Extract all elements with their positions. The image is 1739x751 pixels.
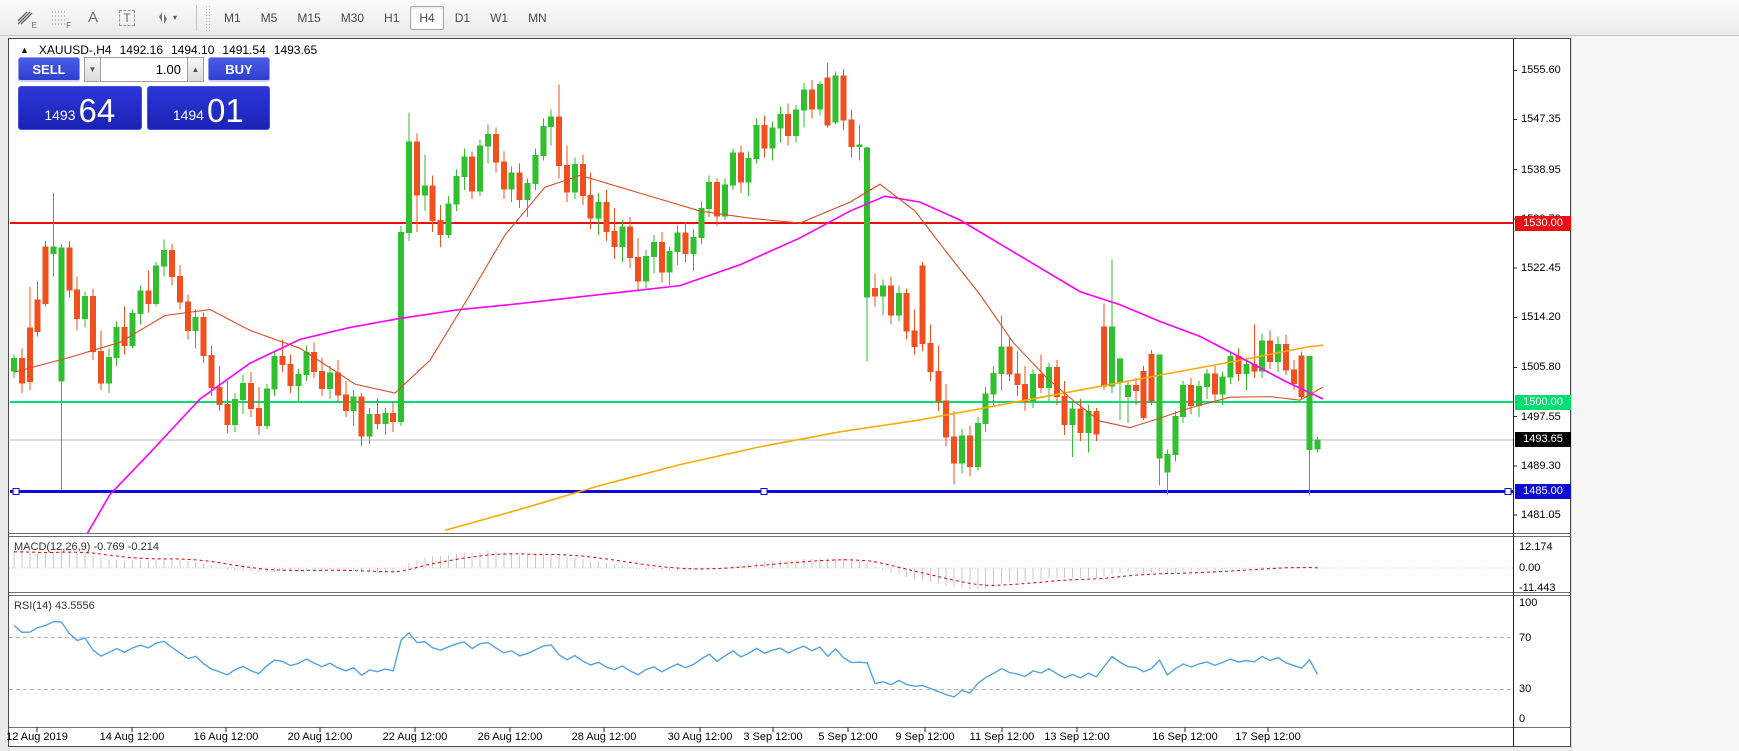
timeframe-m30[interactable]: M30	[332, 6, 373, 30]
toolbar-separator	[196, 5, 197, 31]
line-studies-button[interactable]: E	[10, 5, 40, 31]
rsi-scale-label: 30	[1519, 683, 1589, 695]
grid-button[interactable]: F	[44, 5, 74, 31]
collapse-ohlc-icon[interactable]: ▲	[20, 45, 29, 55]
text-label-icon: T	[119, 10, 134, 26]
one-click-trading-panel: SELL ▼ ▲ BUY 1493 64 1494 01	[18, 57, 270, 130]
timeframe-m1[interactable]: M1	[215, 6, 250, 30]
price-tick-label: 1555.60	[1521, 64, 1581, 76]
line-studies-sub: E	[32, 21, 37, 30]
volume-increase-button[interactable]: ▲	[187, 57, 204, 82]
rsi-scale-label: 70	[1519, 632, 1589, 644]
toolbar-drag-handle[interactable]	[205, 5, 210, 31]
volume-decrease-button[interactable]: ▼	[84, 57, 101, 82]
arrows-caret-icon: ▾	[173, 13, 177, 22]
buy-price-pips: 01	[207, 96, 244, 126]
time-tick-label: 26 Aug 12:00	[465, 731, 555, 743]
workspace-background	[1571, 36, 1739, 751]
time-tick-label: 14 Aug 12:00	[87, 731, 177, 743]
sell-price-pips: 64	[78, 96, 115, 126]
macd-label: MACD(12,26,9) -0.769 -0.214	[14, 541, 159, 553]
time-tick-label: 13 Sep 12:00	[1032, 731, 1122, 743]
text-icon: A	[88, 9, 98, 26]
arrows-tool-button[interactable]: ▾	[146, 5, 186, 31]
open-value: 1492.16	[120, 43, 163, 57]
timeframe-d1[interactable]: D1	[446, 6, 479, 30]
macd-scale-label: 12.174	[1519, 541, 1589, 553]
time-tick-label: 16 Aug 12:00	[181, 731, 271, 743]
price-tick-label: 1514.20	[1521, 311, 1581, 323]
timeframe-w1[interactable]: W1	[481, 6, 517, 30]
grid-sub: F	[66, 21, 71, 30]
arrows-icon	[155, 10, 171, 26]
rsi-scale-label: 0	[1519, 713, 1589, 725]
timeframe-group: M1M5M15M30H1H4D1W1MN	[214, 6, 557, 30]
timeframe-h1[interactable]: H1	[375, 6, 408, 30]
symbol-label: XAUUSD-,H4	[39, 43, 112, 57]
text-label-button[interactable]: T	[112, 5, 142, 31]
time-tick-label: 20 Aug 12:00	[275, 731, 365, 743]
price-tick-label: 1522.45	[1521, 262, 1581, 274]
price-tick-label: 1538.95	[1521, 164, 1581, 176]
price-tick-label: 1481.05	[1521, 509, 1581, 521]
price-tick-label: 1547.35	[1521, 113, 1581, 125]
price-badge: 1530.00	[1515, 216, 1571, 231]
top-toolbar: E F A T ▾ M1M5M15M30H1H4D1W1MN	[0, 0, 1739, 36]
text-button[interactable]: A	[78, 5, 108, 31]
buy-price-display[interactable]: 1494 01	[147, 86, 271, 130]
grid-icon	[51, 10, 68, 25]
time-tick-label: 28 Aug 12:00	[559, 731, 649, 743]
price-badge: 1485.00	[1515, 484, 1571, 499]
price-tick-label: 1505.80	[1521, 361, 1581, 373]
timeframe-m5[interactable]: M5	[252, 6, 287, 30]
close-value: 1493.65	[274, 43, 317, 57]
time-tick-label: 22 Aug 12:00	[370, 731, 460, 743]
sell-price-main: 1493	[44, 107, 75, 123]
time-tick-label: 12 Aug 2019	[0, 731, 82, 743]
price-tick-label: 1497.55	[1521, 411, 1581, 423]
price-tick-label: 1489.30	[1521, 460, 1581, 472]
sell-button[interactable]: SELL	[18, 57, 80, 82]
buy-price-main: 1494	[173, 107, 204, 123]
volume-stepper: ▼ ▲	[84, 57, 204, 82]
ohlc-readout: ▲ XAUUSD-,H4 1492.16 1494.10 1491.54 149…	[20, 43, 317, 57]
macd-scale-label: -11.443	[1519, 582, 1589, 594]
timeframe-mn[interactable]: MN	[519, 6, 556, 30]
low-value: 1491.54	[222, 43, 265, 57]
time-tick-label: 17 Sep 12:00	[1223, 731, 1313, 743]
macd-scale-label: 0.00	[1519, 562, 1589, 574]
time-tick-label: 16 Sep 12:00	[1140, 731, 1230, 743]
high-value: 1494.10	[171, 43, 214, 57]
timeframe-m15[interactable]: M15	[288, 6, 329, 30]
rsi-label: RSI(14) 43.5556	[14, 600, 95, 612]
chart-window[interactable]	[8, 38, 1571, 747]
volume-input[interactable]	[101, 57, 187, 82]
rsi-scale-label: 100	[1519, 597, 1589, 609]
timeframe-h4[interactable]: H4	[410, 6, 443, 30]
sell-price-display[interactable]: 1493 64	[18, 86, 142, 130]
price-badge: 1493.65	[1515, 432, 1571, 447]
buy-button[interactable]: BUY	[208, 57, 270, 82]
price-badge: 1500.00	[1515, 395, 1571, 410]
